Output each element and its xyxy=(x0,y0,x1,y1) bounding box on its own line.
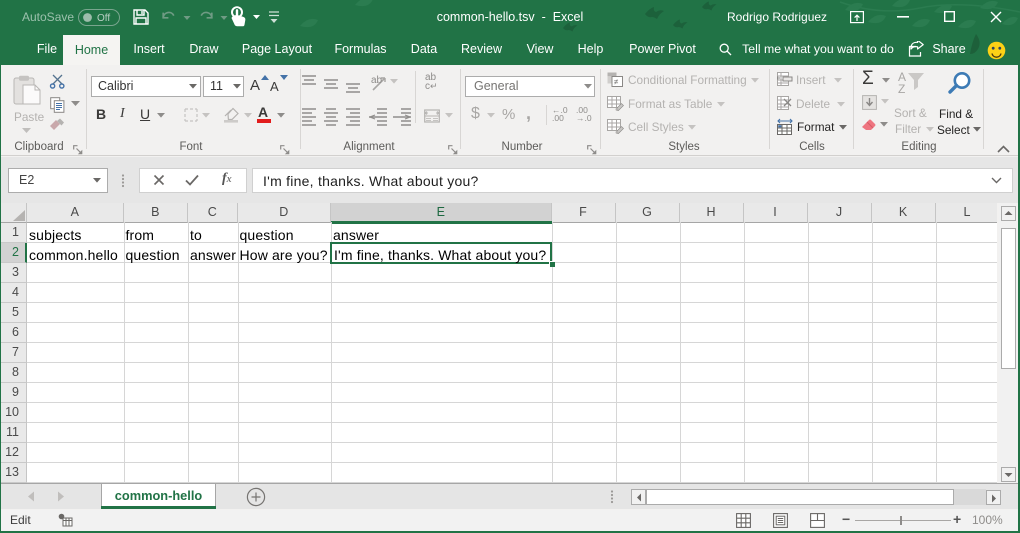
svg-text:Off: Off xyxy=(97,13,110,24)
svg-text:ab: ab xyxy=(371,75,383,86)
svg-text:≠: ≠ xyxy=(614,78,619,87)
